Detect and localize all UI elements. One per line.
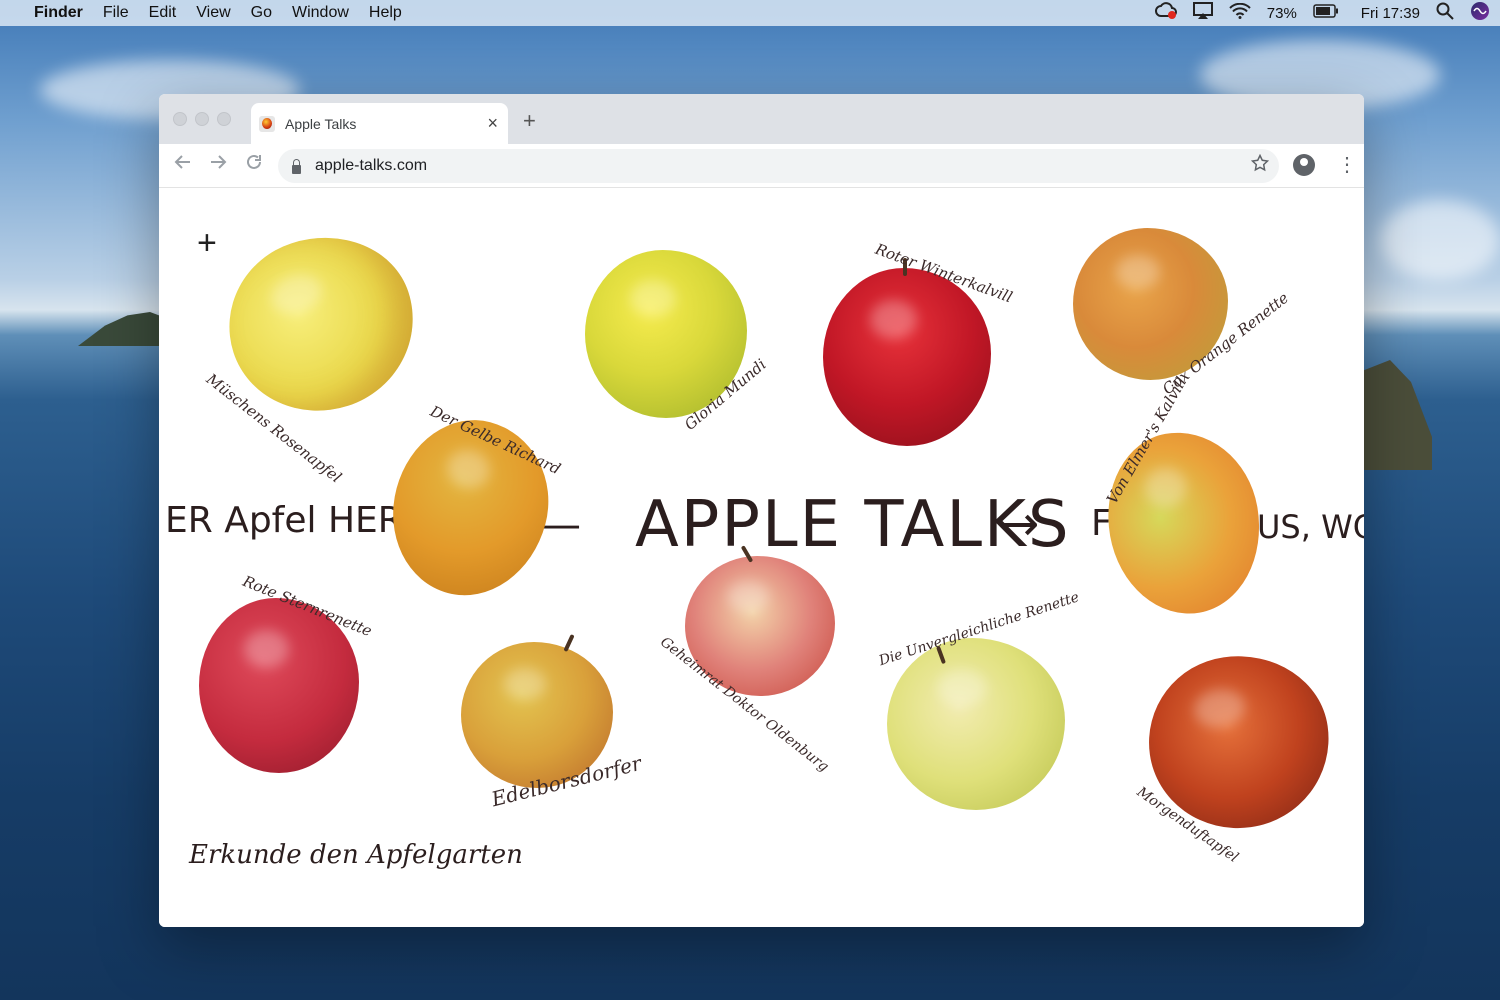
banner-left-text: ER Apfel HERK [165,500,427,541]
battery-percent: 73% [1266,4,1297,22]
back-icon[interactable] [174,153,192,177]
menu-go[interactable]: Go [241,4,282,22]
wifi-icon[interactable] [1229,2,1251,23]
minimize-window-button[interactable] [195,112,209,126]
menu-help[interactable]: Help [359,4,412,22]
banner-right-end: US, WO [1257,508,1364,546]
banner-arrow-right: → [999,496,1040,552]
cloud [1380,200,1500,280]
apple-image[interactable] [1094,420,1274,626]
menu-window[interactable]: Window [282,4,359,22]
search-icon[interactable] [1436,2,1454,24]
tab-apple-talks[interactable]: Apple Talks × [251,103,508,144]
tab-title: Apple Talks [285,115,357,132]
menu-file[interactable]: File [93,4,139,22]
profile-avatar-icon[interactable] [1293,154,1315,176]
browser-toolbar: apple-talks.com ⋮ [159,144,1364,188]
tab-close-icon[interactable]: × [487,113,498,134]
browser-window: Apple Talks × + apple-talks.com ⋮ + ER A… [159,94,1364,927]
add-button[interactable]: + [197,226,217,260]
clock[interactable]: Fri 17:39 [1361,5,1420,22]
forward-icon[interactable] [209,153,227,177]
island-left [78,312,168,346]
apple-image[interactable] [823,268,991,446]
tab-strip: Apple Talks × + [159,94,1364,144]
bookmark-star-icon[interactable] [1250,153,1270,178]
menu-bar: Finder File Edit View Go Window Help 73%… [0,0,1500,26]
reload-icon[interactable] [245,153,263,177]
more-options-icon[interactable]: ⋮ [1337,152,1357,177]
explore-orchard-link[interactable]: Erkunde den Apfelgarten [189,840,523,870]
zoom-window-button[interactable] [217,112,231,126]
menu-edit[interactable]: Edit [139,4,187,22]
lock-icon[interactable] [292,158,301,174]
battery-icon[interactable] [1313,4,1339,22]
page-content: + ER Apfel HERK — APPLE TALKS → F US, WO… [159,188,1364,927]
menu-view[interactable]: View [186,4,240,22]
url-text[interactable]: apple-talks.com [315,157,427,175]
island-right [1362,360,1432,470]
new-tab-button[interactable]: + [523,108,536,134]
address-bar[interactable]: apple-talks.com [278,149,1279,183]
apple-image[interactable] [887,638,1065,810]
close-window-button[interactable] [173,112,187,126]
favicon-icon [259,115,275,132]
creative-cloud-icon[interactable] [1154,2,1177,24]
menu-app-finder[interactable]: Finder [24,4,93,22]
siri-icon[interactable] [1470,1,1490,25]
airplay-icon[interactable] [1192,2,1213,24]
